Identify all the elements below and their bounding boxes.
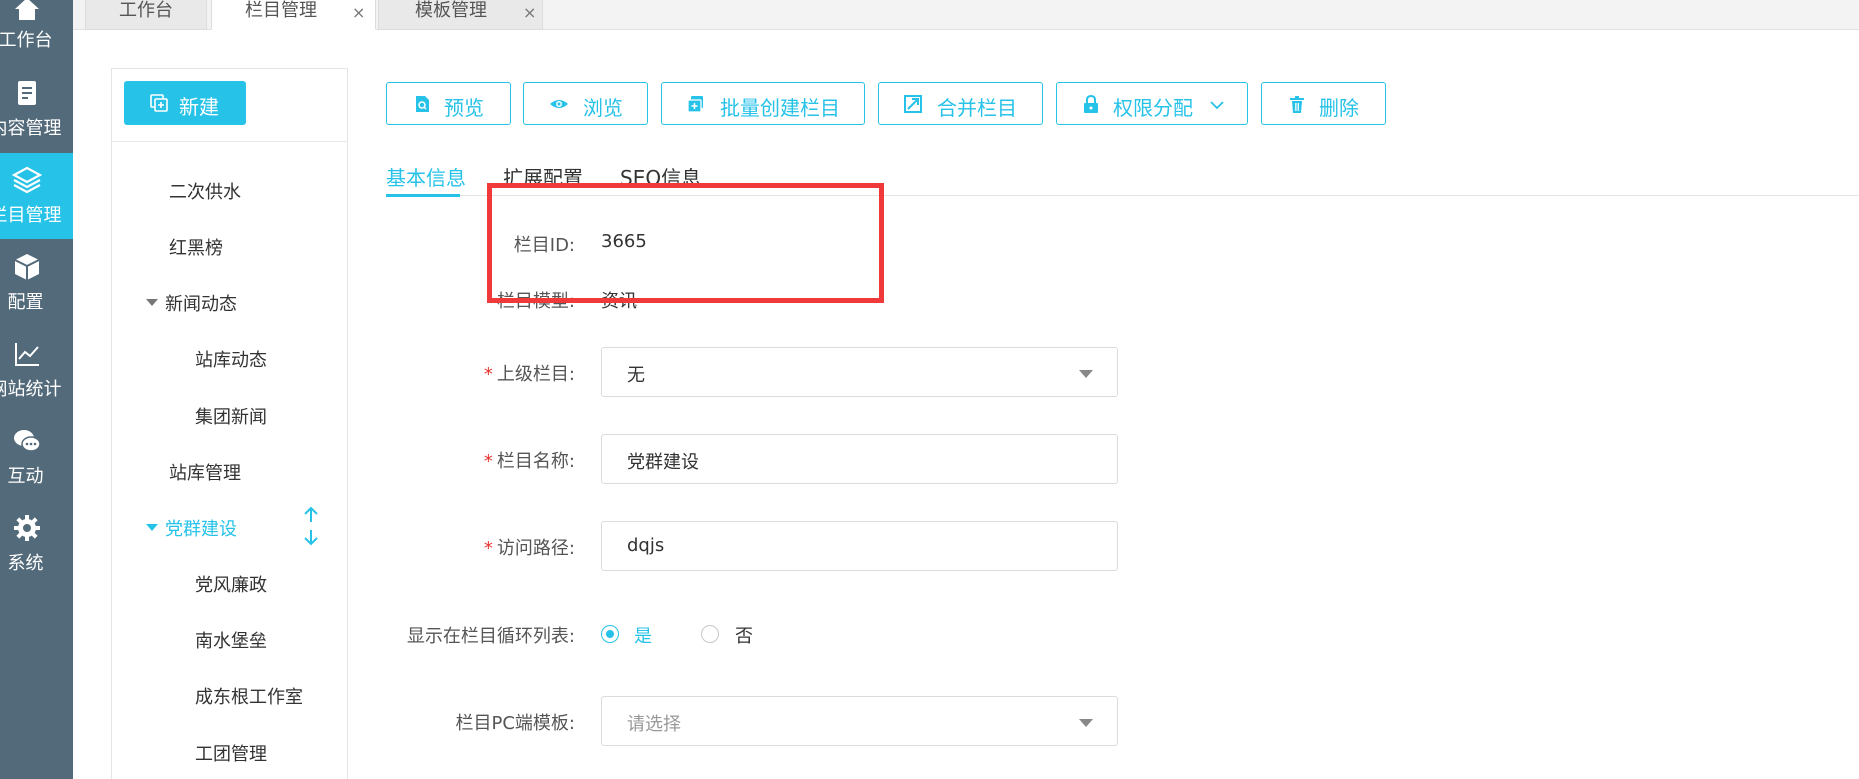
pc-template-label: 栏目PC端模板: — [455, 713, 576, 734]
pc-template-select[interactable]: 请选择 — [601, 696, 1118, 746]
column-name-label: * 栏目名称: — [385, 447, 575, 473]
tab-label: 模板管理 — [415, 0, 487, 21]
document-icon — [18, 81, 36, 105]
required-mark: * — [483, 451, 493, 472]
tree-node[interactable]: 成东根工作室 — [195, 683, 303, 709]
show-yes-radio[interactable] — [601, 625, 619, 643]
show-no-label[interactable]: 否 — [735, 622, 753, 648]
merge-label: 合并栏目 — [937, 96, 1017, 120]
rail-label: 互动 — [7, 466, 44, 487]
merge-button[interactable]: 合并栏目 — [878, 82, 1043, 125]
preview-button[interactable]: 预览 — [386, 82, 511, 125]
permission-label: 权限分配 — [1113, 96, 1193, 120]
parent-column-select[interactable]: 无 — [601, 347, 1118, 397]
tab-label: 栏目管理 — [245, 0, 317, 21]
parent-column-label-text: 上级栏目: — [496, 364, 575, 385]
lock-icon — [1084, 94, 1098, 113]
merge-icon — [904, 95, 922, 113]
add-copy-icon — [150, 94, 168, 112]
tree-node[interactable]: 站库动态 — [195, 346, 267, 372]
eye-icon — [550, 100, 568, 108]
tree-node[interactable]: 新闻动态 — [165, 290, 237, 316]
nav-rail: 工作台 内容管理 栏目管理 配置 — [0, 0, 73, 779]
close-icon[interactable]: × — [523, 3, 536, 22]
tab-label: 工作台 — [119, 0, 173, 21]
rail-label: 网站统计 — [0, 379, 62, 400]
browse-button[interactable]: 浏览 — [523, 82, 648, 125]
tree-node-selected[interactable]: 党群建设 — [165, 515, 237, 541]
rail-item-interact[interactable]: 互动 — [0, 414, 73, 500]
permission-button[interactable]: 权限分配 — [1056, 82, 1248, 125]
tree-node[interactable]: 工团管理 — [195, 740, 267, 766]
preview-label: 预览 — [444, 96, 484, 120]
column-name-label-text: 栏目名称: — [496, 451, 575, 472]
line-chart-icon — [15, 343, 39, 366]
trash-icon — [1290, 96, 1304, 113]
show-no-radio[interactable] — [701, 625, 719, 643]
rail-item-content[interactable]: 内容管理 — [0, 66, 73, 152]
caret-down-icon — [1079, 719, 1093, 727]
layers-icon — [12, 166, 42, 194]
column-name-value: 党群建设 — [627, 452, 699, 473]
tree-divider — [112, 141, 347, 142]
rail-item-column[interactable]: 栏目管理 — [0, 153, 73, 239]
rail-label: 系统 — [7, 553, 44, 574]
caret-down-icon — [1079, 370, 1093, 378]
tab-template-management[interactable]: 模板管理 × — [378, 0, 543, 30]
rail-item-workbench[interactable]: 工作台 — [0, 0, 73, 58]
tab-column-management[interactable]: 栏目管理 × — [211, 0, 376, 30]
tree-node[interactable]: 南水堡垒 — [195, 627, 267, 653]
tree-node[interactable]: 站库管理 — [169, 459, 241, 485]
delete-label: 删除 — [1319, 96, 1359, 120]
copy-add-icon — [687, 96, 703, 113]
app-root: 工作台 内容管理 栏目管理 配置 — [0, 0, 1859, 779]
tree-node[interactable]: 集团新闻 — [195, 403, 267, 429]
access-path-label: * 访问路径: — [385, 534, 575, 560]
cube-icon — [14, 254, 40, 280]
show-yes-label[interactable]: 是 — [634, 622, 652, 648]
chat-icon — [14, 430, 41, 452]
batch-create-button[interactable]: 批量创建栏目 — [661, 82, 865, 125]
new-column-label: 新建 — [179, 95, 219, 119]
gear-icon — [14, 515, 40, 541]
home-icon — [15, 0, 39, 20]
sort-arrows-icon[interactable] — [302, 506, 320, 546]
chevron-down-icon — [1210, 101, 1224, 110]
batch-create-label: 批量创建栏目 — [720, 96, 840, 120]
rail-item-system[interactable]: 系统 — [0, 501, 73, 587]
parent-column-label: * 上级栏目: — [385, 360, 575, 386]
tree-node[interactable]: 红黑榜 — [169, 234, 223, 260]
browse-label: 浏览 — [583, 96, 623, 120]
access-path-value: dqjs — [627, 535, 665, 556]
access-path-label-text: 访问路径: — [496, 538, 575, 559]
rail-label: 工作台 — [0, 30, 53, 51]
column-name-input[interactable]: 党群建设 — [601, 434, 1118, 484]
tree-node[interactable]: 二次供水 — [169, 178, 241, 204]
pc-template-placeholder: 请选择 — [627, 714, 681, 735]
rail-label: 内容管理 — [0, 118, 62, 139]
required-mark: * — [483, 538, 493, 559]
parent-column-value: 无 — [627, 365, 645, 386]
highlight-box — [487, 183, 884, 303]
rail-label: 栏目管理 — [0, 205, 62, 226]
rail-label: 配置 — [7, 292, 44, 313]
close-icon[interactable]: × — [352, 3, 365, 22]
rail-item-stats[interactable]: 网站统计 — [0, 327, 73, 413]
delete-button[interactable]: 删除 — [1261, 82, 1386, 125]
file-search-icon — [416, 96, 429, 112]
tab-basic-info[interactable]: 基本信息 — [386, 162, 466, 191]
rail-item-config[interactable]: 配置 — [0, 240, 73, 326]
access-path-input[interactable]: dqjs — [601, 521, 1118, 571]
caret-down-icon[interactable] — [146, 299, 158, 306]
tab-workbench[interactable]: 工作台 — [85, 0, 207, 30]
tab-bar: 工作台 栏目管理 × 模板管理 × — [73, 0, 1859, 30]
column-tree-panel: 新建 二次供水 红黑榜 新闻动态 站库动态 集团新闻 站库管理 党群建设 党风廉… — [111, 68, 348, 779]
show-in-loop-label: 显示在栏目循环列表: — [406, 626, 575, 647]
new-column-button[interactable]: 新建 — [124, 81, 246, 125]
caret-down-icon[interactable] — [146, 524, 158, 531]
required-mark: * — [483, 364, 493, 385]
tree-node[interactable]: 党风廉政 — [195, 571, 267, 597]
tab-active-indicator — [386, 194, 460, 197]
